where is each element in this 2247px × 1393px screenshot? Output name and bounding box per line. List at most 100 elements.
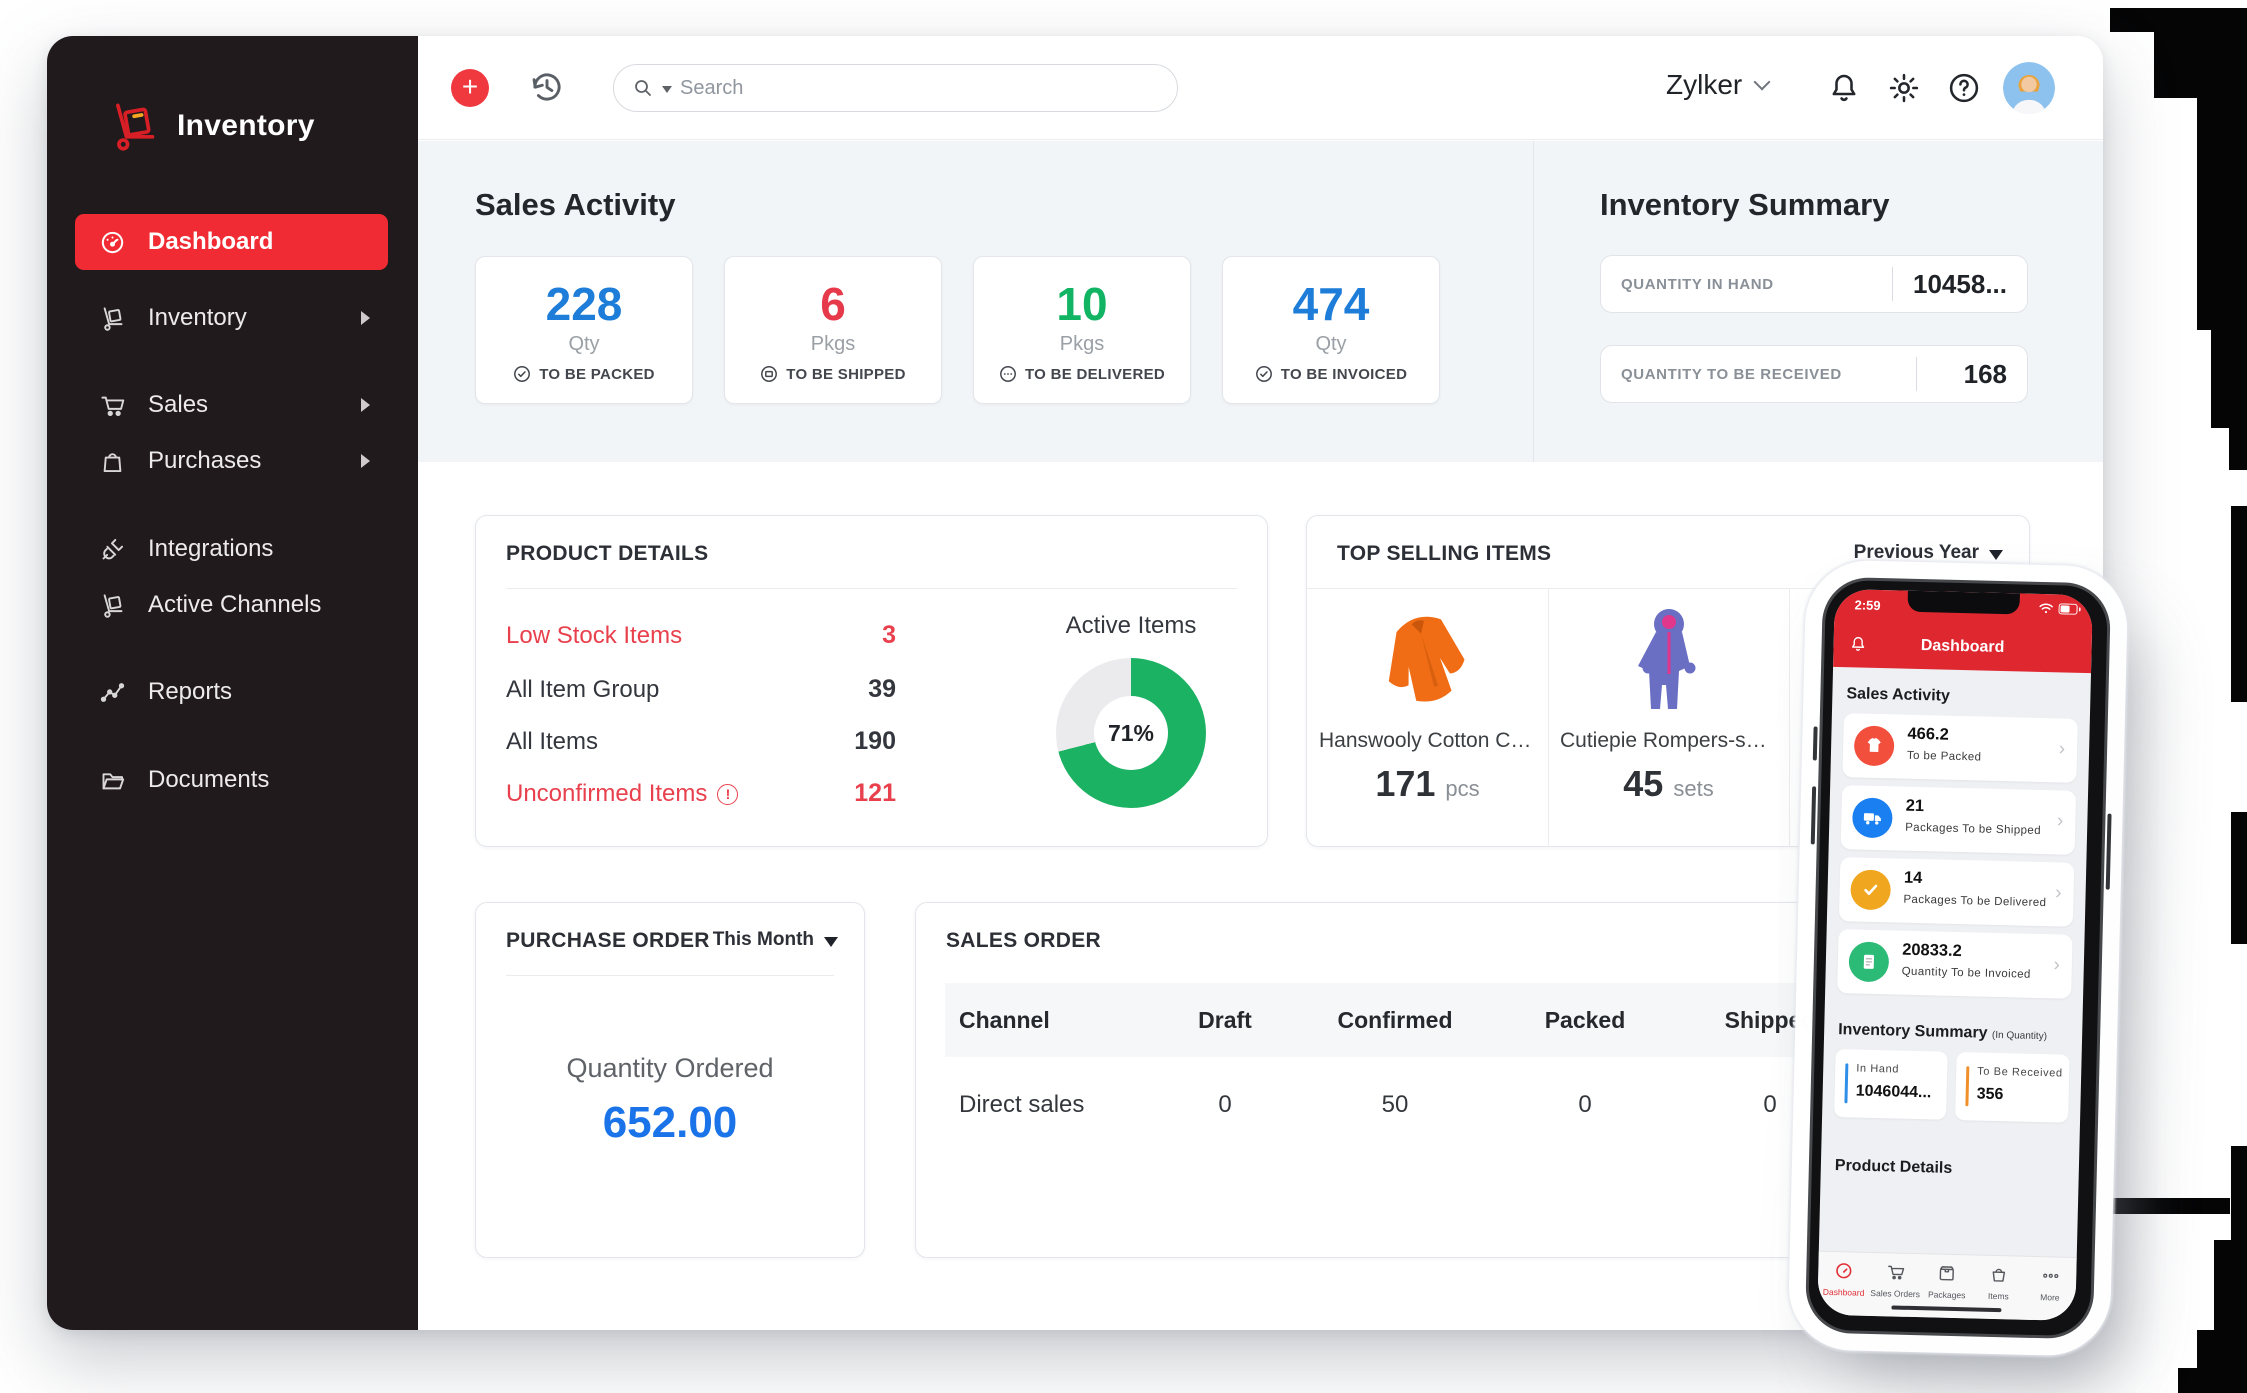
sidebar-item-active-channels[interactable]: Active Channels [75,581,388,629]
metric-label: TO BE PACKED [539,366,655,383]
top-navbar: + Zylker [418,36,2103,140]
row-value: 168 [1917,359,2027,390]
accent-bar [1844,1063,1848,1103]
phone-notch [1907,591,2019,615]
row-label: QUANTITY IN HAND [1601,276,1892,293]
sales-activity-title: Sales Activity [475,187,675,223]
range-label: This Month [713,929,814,951]
sidebar-label: Active Channels [148,591,321,619]
sidebar-item-dashboard[interactable]: Dashboard [75,214,388,270]
truck-icon [1852,797,1893,838]
gauge-icon [1834,1261,1853,1280]
quantity-in-hand-row[interactable]: QUANTITY IN HAND 10458... [1600,255,2028,313]
card-value: 21 [1905,797,1924,816]
info-icon[interactable]: ! [717,784,738,805]
card-label: Packages To be Shipped [1905,822,2041,837]
sidebar-label: Documents [148,766,269,794]
phone-header: 2:59 Dashboard [1833,589,2093,673]
top-selling-range-dropdown[interactable]: Previous Year [1854,542,2003,564]
sidebar-item-purchases[interactable]: Purchases [75,437,388,485]
chevron-right-icon [361,398,370,412]
all-item-group-row[interactable]: All Item Group 39 [506,675,896,704]
help-icon[interactable] [1946,70,1982,106]
gauge-icon [99,229,126,256]
chevron-right-icon: › [2059,738,2066,760]
check-icon [1850,869,1891,910]
recent-history-icon[interactable] [526,66,568,108]
battery-icon [2058,603,2080,615]
phone-inventory-summary-note: (In Quantity) [1992,1030,2047,1042]
chevron-right-icon [361,454,370,468]
app-logo[interactable]: Inventory [107,100,315,152]
basket-icon [1989,1265,2008,1284]
line-chart-icon [99,679,126,706]
summary-value: 1046044... [1855,1083,1931,1103]
card-title: SALES ORDER [946,929,1101,953]
phone-power-button [2106,814,2112,890]
card-label: To be Packed [1907,750,1982,764]
cell-channel: Direct sales [945,1091,1150,1119]
active-items-chart: Active Items 71% [1021,612,1241,808]
notifications-bell-icon[interactable] [1826,70,1862,106]
quantity-to-be-received-row[interactable]: QUANTITY TO BE RECEIVED 168 [1600,345,2028,403]
quick-create-button[interactable]: + [451,69,489,107]
metric-value: 228 [476,277,692,331]
card-value: 20833.2 [1902,941,1962,961]
sidebar-item-documents[interactable]: Documents [75,756,388,804]
top-selling-item[interactable]: Cutiepie Rompers-spo... 45 sets [1548,589,1789,847]
phone-inventory-summary-title: Inventory Summary [1838,1021,1988,1042]
chevron-right-icon: › [2057,810,2064,832]
row-label: All Items [506,728,598,756]
metric-label: TO BE SHIPPED [786,366,905,383]
row-value: 190 [854,727,896,756]
sidebar-label: Reports [148,678,232,706]
to-be-shipped-card[interactable]: 6 Pkgs TO BE SHIPPED [724,256,942,404]
sidebar-item-inventory[interactable]: Inventory [75,294,388,342]
phone-sales-activity-title: Sales Activity [1846,685,1950,706]
org-name: Zylker [1666,69,1742,101]
search-input[interactable] [680,77,1110,100]
cell-packed: 0 [1490,1091,1680,1119]
sidebar-item-reports[interactable]: Reports [75,668,388,716]
low-stock-items-row[interactable]: Low Stock Items 3 [506,621,896,650]
app-name: Inventory [177,109,315,143]
tab-label: Packages [1921,1289,1973,1300]
metric-unit: Pkgs [974,333,1190,356]
status-icons [2038,603,2080,615]
product-details-card: PRODUCT DETAILS Low Stock Items 3 All It… [475,515,1268,847]
chevron-right-icon [361,311,370,325]
all-items-row[interactable]: All Items 190 [506,727,896,756]
phone-silence-switch [1813,726,1818,760]
chevron-down-icon [1754,74,1771,91]
tab-label: Sales Orders [1869,1288,1921,1299]
caret-down-icon [824,937,838,947]
ellipsis-circle-icon [999,365,1017,383]
card-title: TOP SELLING ITEMS [1337,542,1551,566]
metric-label: Quantity Ordered [476,1053,864,1084]
to-be-packed-card[interactable]: 228 Qty TO BE PACKED [475,256,693,404]
to-be-invoiced-card[interactable]: 474 Qty TO BE INVOICED [1222,256,1440,404]
divider [506,975,834,976]
metric-label: TO BE DELIVERED [1025,366,1165,383]
row-value: 121 [854,779,896,808]
user-avatar[interactable] [2003,62,2055,114]
sidebar-item-integrations[interactable]: Integrations [75,525,388,573]
phone-to-be-received-card: To Be Received 356 [1955,1052,2070,1123]
settings-gear-icon[interactable] [1886,70,1922,106]
purchase-order-range-dropdown[interactable]: This Month [713,929,838,951]
phone-page-title: Dashboard [1833,635,2091,659]
org-switcher[interactable]: Zylker [1666,69,1768,101]
metric-value: 10 [974,277,1190,331]
card-value: 466.2 [1907,725,1949,745]
row-label: QUANTITY TO BE RECEIVED [1601,366,1916,383]
top-selling-item[interactable]: Hanswooly Cotton Cas... 171 pcs [1307,589,1548,847]
sidebar-item-sales[interactable]: Sales [75,381,388,429]
item-qty: 171 [1375,763,1435,804]
to-be-delivered-card[interactable]: 10 Pkgs TO BE DELIVERED [973,256,1191,404]
search-scope-caret-icon[interactable] [662,86,672,93]
romper-product-image [1614,595,1724,721]
sidebar-label: Dashboard [148,228,273,256]
cart-icon [99,392,126,419]
unconfirmed-items-row[interactable]: Unconfirmed Items! 121 [506,779,896,808]
divider [506,588,1237,589]
